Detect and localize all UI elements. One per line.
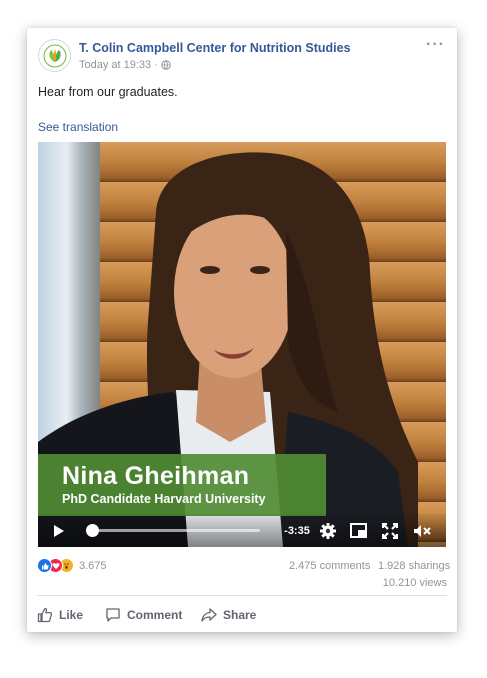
post-text: Hear from our graduates. bbox=[38, 85, 178, 99]
like-reaction-icon bbox=[37, 558, 52, 573]
speaker-title: PhD Candidate Harvard University bbox=[62, 492, 266, 506]
gear-icon bbox=[320, 522, 336, 539]
reaction-count: 3.675 bbox=[79, 559, 107, 572]
views-count: 10.210 views bbox=[382, 577, 447, 589]
leaf-logo-icon bbox=[43, 44, 66, 67]
share-icon bbox=[201, 608, 217, 622]
post-options-button[interactable]: ··· bbox=[426, 36, 445, 54]
see-translation-link[interactable]: See translation bbox=[38, 120, 118, 134]
comments-count-link[interactable]: 2.475 comments bbox=[289, 560, 370, 572]
time-remaining: -3:35 bbox=[284, 524, 310, 537]
post-meta: Today at 19:33 · bbox=[79, 59, 171, 71]
picture-in-picture-icon bbox=[349, 523, 367, 538]
comment-label: Comment bbox=[127, 608, 183, 622]
fullscreen-button[interactable] bbox=[380, 514, 400, 547]
share-label: Share bbox=[223, 608, 257, 622]
meta-separator: · bbox=[154, 59, 158, 71]
play-button[interactable] bbox=[50, 514, 68, 547]
fullscreen-icon bbox=[382, 522, 398, 539]
thumbs-up-icon bbox=[37, 607, 53, 623]
like-label: Like bbox=[59, 608, 84, 622]
name-lower-third: Nina Gheihman PhD Candidate Harvard Univ… bbox=[38, 454, 326, 516]
play-icon bbox=[54, 524, 64, 537]
progress-track[interactable] bbox=[88, 529, 260, 532]
like-button[interactable]: Like bbox=[37, 604, 83, 626]
mute-icon bbox=[414, 524, 431, 537]
video-player[interactable]: Nina Gheihman PhD Candidate Harvard Univ… bbox=[38, 142, 446, 547]
mute-button[interactable] bbox=[411, 514, 433, 547]
settings-button[interactable] bbox=[318, 514, 338, 547]
picture-in-picture-button[interactable] bbox=[348, 514, 368, 547]
post-card: T. Colin Campbell Center for Nutrition S… bbox=[27, 28, 457, 632]
sharings-count-link[interactable]: 1.928 sharings bbox=[378, 560, 450, 572]
page-avatar[interactable] bbox=[38, 39, 71, 72]
comment-icon bbox=[106, 608, 120, 622]
share-button[interactable]: Share bbox=[201, 604, 256, 626]
comment-button[interactable]: Comment bbox=[105, 604, 182, 626]
reactions-summary[interactable]: 3.675 bbox=[37, 558, 107, 573]
globe-icon bbox=[161, 60, 171, 70]
page-name-link[interactable]: T. Colin Campbell Center for Nutrition S… bbox=[79, 41, 351, 55]
speaker-name: Nina Gheihman bbox=[62, 462, 250, 490]
actions-divider bbox=[37, 595, 447, 596]
progress-scrubber[interactable] bbox=[86, 524, 99, 537]
video-controls-bar: -3:35 bbox=[38, 514, 446, 547]
post-timestamp[interactable]: Today at 19:33 bbox=[79, 59, 151, 71]
